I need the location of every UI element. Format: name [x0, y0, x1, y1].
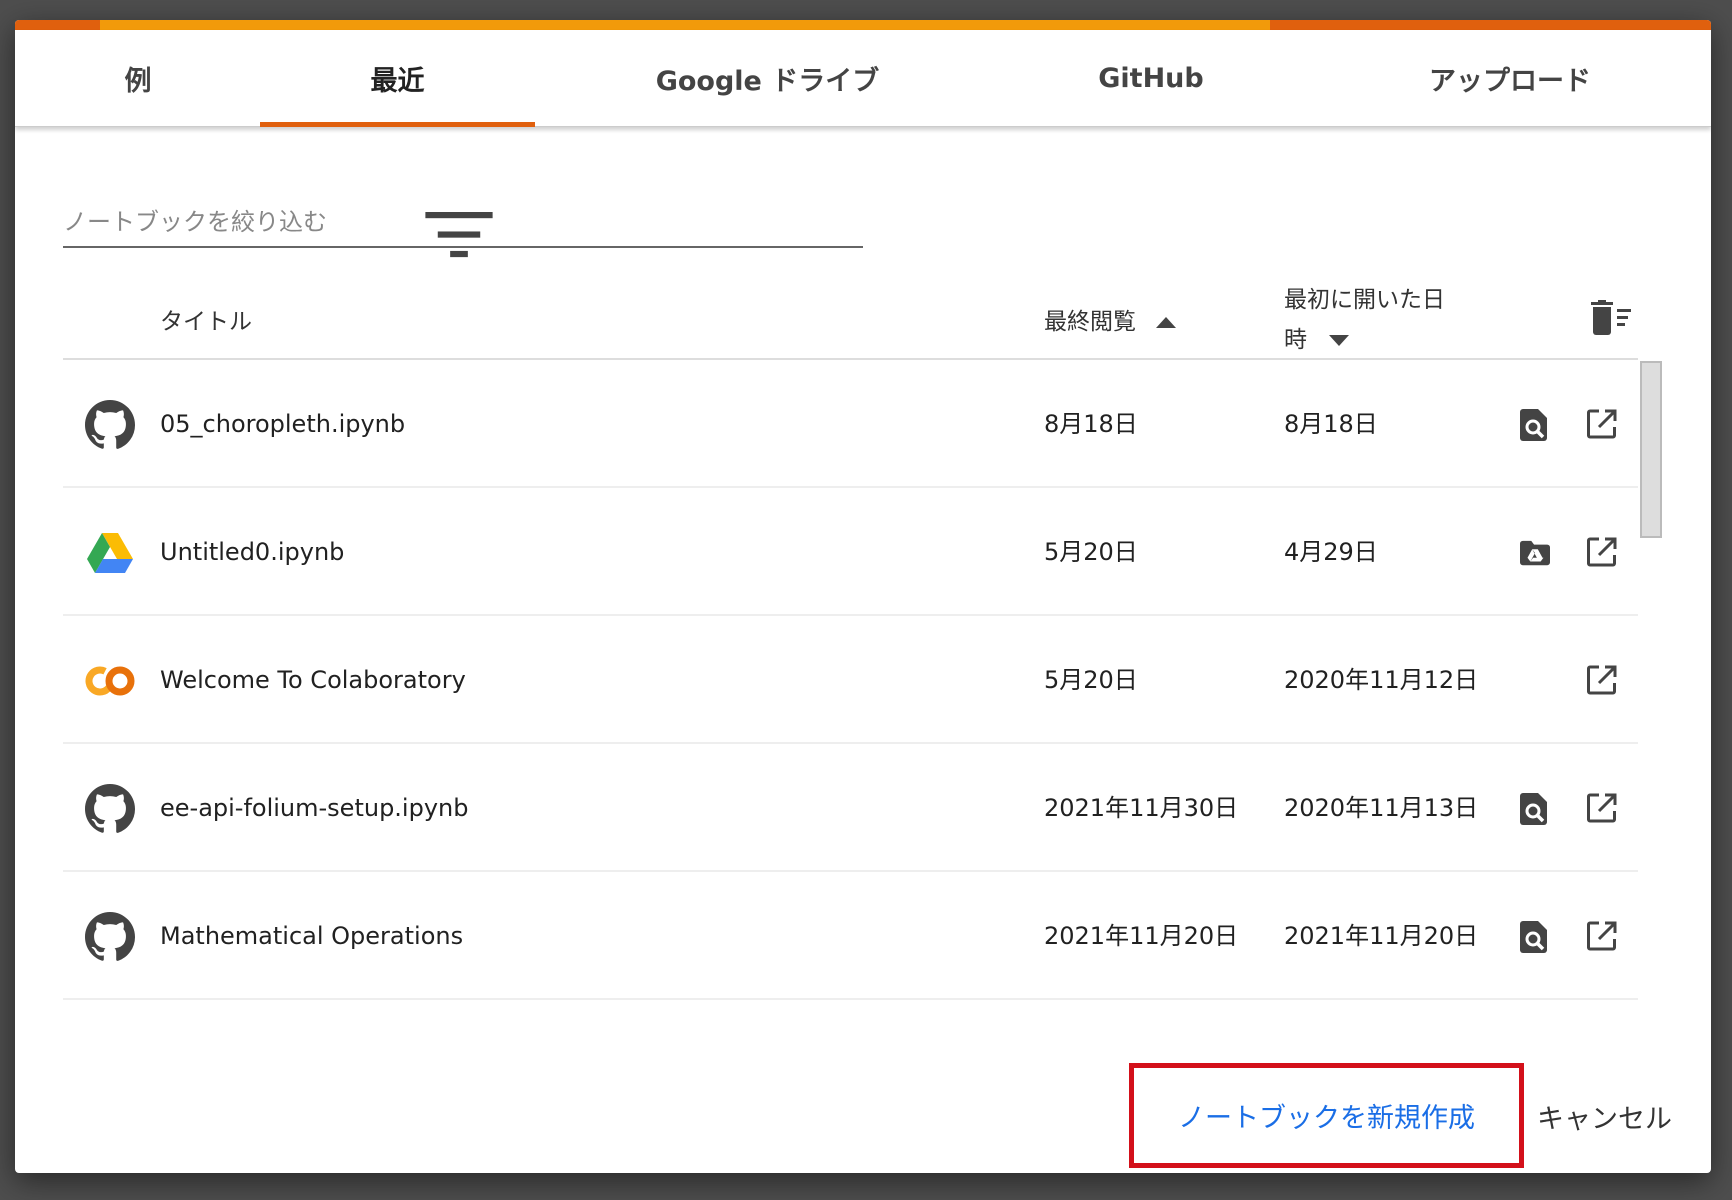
- last-viewed-date: 8月18日: [1044, 410, 1138, 438]
- tab-google-drive[interactable]: Google ドライブ: [575, 30, 960, 127]
- open-in-new-tab-icon[interactable]: [1587, 665, 1617, 695]
- notebook-row[interactable]: 05_choropleth.ipynb 8月18日 8月18日: [63, 360, 1638, 488]
- github-icon: [85, 912, 136, 962]
- notebook-title[interactable]: 05_choropleth.ipynb: [160, 360, 405, 488]
- notebook-row[interactable]: Untitled0.ipynb 5月20日 4月29日: [63, 488, 1638, 616]
- first-opened-date: 8月18日: [1284, 410, 1378, 438]
- github-icon: [85, 784, 136, 834]
- last-viewed-date: 2021年11月20日: [1044, 922, 1239, 950]
- last-viewed-date: 5月20日: [1044, 666, 1138, 694]
- open-in-new-tab-icon[interactable]: [1587, 793, 1617, 823]
- first-opened-date: 2021年11月20日: [1284, 922, 1479, 950]
- notebook-title[interactable]: Mathematical Operations: [160, 872, 463, 1000]
- notebook-row[interactable]: Welcome To Colaboratory 5月20日 2020年11月12…: [63, 616, 1638, 744]
- column-header-last-viewed[interactable]: 最終閲覧: [1044, 302, 1176, 336]
- filter-notebooks: [63, 200, 863, 258]
- clear-history-icon[interactable]: [1591, 300, 1633, 336]
- google-drive-icon: [85, 528, 135, 578]
- colab-icon: [85, 656, 135, 706]
- column-header-first-opened[interactable]: 最初に開いた日時: [1284, 280, 1445, 360]
- first-opened-date: 2020年11月12日: [1284, 666, 1479, 694]
- open-notebook-dialog: 例 最近 Google ドライブ GitHub アップロード タイトル 最終閲覧…: [15, 20, 1711, 1173]
- preview-icon[interactable]: [1520, 409, 1550, 441]
- first-opened-date: 2020年11月13日: [1284, 794, 1479, 822]
- drive-folder-icon[interactable]: [1520, 537, 1550, 569]
- open-in-new-tab-icon[interactable]: [1587, 537, 1617, 567]
- filter-icon[interactable]: [59, 212, 859, 258]
- last-viewed-date: 2021年11月30日: [1044, 794, 1239, 822]
- tab-bar: 例 最近 Google ドライブ GitHub アップロード: [15, 30, 1711, 127]
- preview-icon[interactable]: [1520, 793, 1550, 825]
- sort-ascending-icon: [1156, 317, 1176, 328]
- cancel-button[interactable]: キャンセル: [1537, 1095, 1672, 1145]
- last-viewed-label: 最終閲覧: [1044, 309, 1136, 335]
- open-in-new-tab-icon[interactable]: [1587, 921, 1617, 951]
- tab-upload[interactable]: アップロード: [1335, 30, 1685, 127]
- notebook-row[interactable]: Mathematical Operations 2021年11月20日 2021…: [63, 872, 1638, 1000]
- scrollbar[interactable]: [1640, 361, 1662, 538]
- tab-recent[interactable]: 最近: [260, 30, 535, 127]
- first-opened-date: 4月29日: [1284, 538, 1378, 566]
- tab-examples[interactable]: 例: [55, 30, 221, 127]
- open-in-new-tab-icon[interactable]: [1587, 409, 1617, 439]
- colab-top-bar: [15, 20, 1711, 30]
- first-opened-label: 最初に開いた日: [1284, 287, 1445, 313]
- new-notebook-button[interactable]: ノートブックを新規作成: [1129, 1063, 1524, 1168]
- tab-github[interactable]: GitHub: [1015, 30, 1287, 127]
- notebook-title[interactable]: Untitled0.ipynb: [160, 488, 344, 616]
- notebook-title[interactable]: ee-api-folium-setup.ipynb: [160, 744, 468, 872]
- notebook-title[interactable]: Welcome To Colaboratory: [160, 616, 466, 744]
- preview-icon[interactable]: [1520, 921, 1550, 953]
- last-viewed-date: 5月20日: [1044, 538, 1138, 566]
- notebook-row[interactable]: ee-api-folium-setup.ipynb 2021年11月30日 20…: [63, 744, 1638, 872]
- github-icon: [85, 400, 136, 450]
- column-header-title[interactable]: タイトル: [160, 302, 252, 336]
- sort-descending-icon: [1329, 335, 1349, 346]
- first-opened-label-2: 時: [1284, 327, 1307, 353]
